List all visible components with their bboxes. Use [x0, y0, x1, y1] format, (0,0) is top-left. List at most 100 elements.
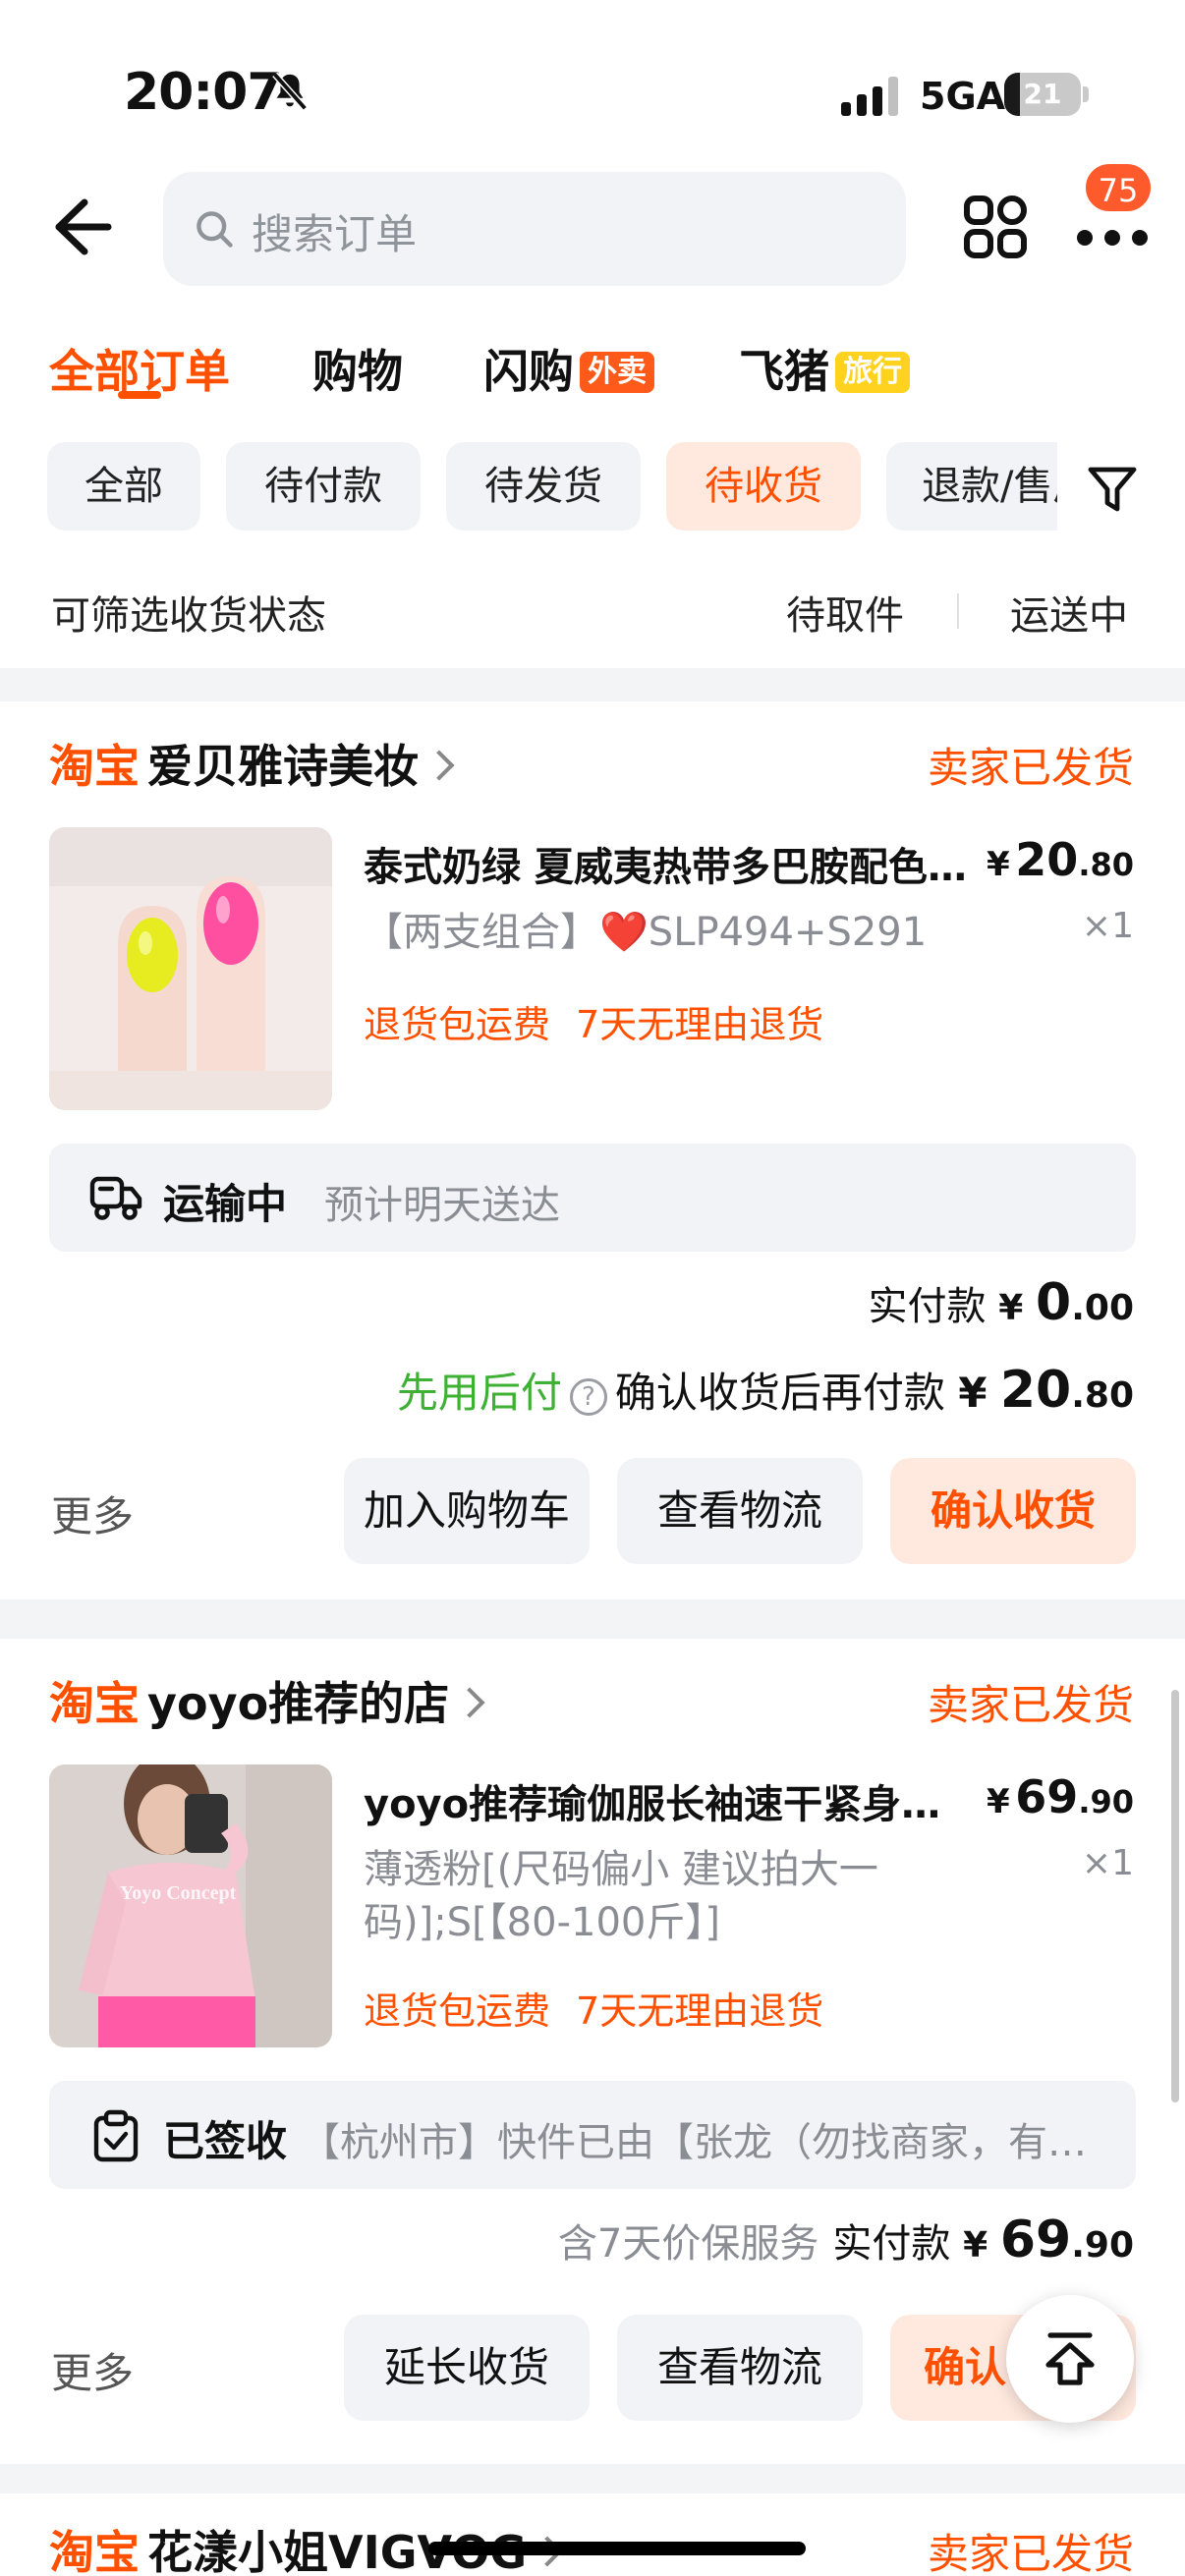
product-sku: 【两支组合】❤️SLP494+S291 — [364, 910, 928, 955]
product-price: ¥ 20.80 — [987, 833, 1134, 886]
chip-pending-receipt[interactable]: 待收货 — [666, 442, 861, 531]
search-placeholder: 搜索订单 — [252, 210, 418, 258]
chevron-right-icon — [454, 1687, 485, 1718]
back-arrow-icon[interactable] — [49, 193, 114, 261]
pay-later-row: 先用后付? 确认收货后再付款 ¥ 20.80 — [397, 1360, 1134, 1420]
shop-name: 爱贝雅诗美妆 — [147, 740, 419, 793]
paid-currency: ¥ — [963, 2225, 988, 2266]
image-watermark: Yoyo Concept — [120, 1882, 237, 1904]
scrollbar[interactable] — [1171, 1690, 1179, 2102]
more-button[interactable]: 更多 — [51, 2340, 134, 2400]
product-title[interactable]: 泰式奶绿 夏威夷热带多巴胺配色美甲 — [364, 835, 992, 892]
tab-shopping[interactable]: 购物 — [312, 336, 403, 401]
taobao-logo: 淘宝 — [49, 740, 140, 793]
chip-pending-payment[interactable]: 待付款 — [226, 442, 421, 531]
pay-later-decimal: .80 — [1071, 1375, 1134, 1416]
shop-link[interactable]: 淘宝 爱贝雅诗美妆 — [49, 731, 455, 800]
back-to-top-button[interactable] — [1006, 2295, 1134, 2423]
paid-decimal: .90 — [1071, 2225, 1134, 2266]
price-currency: ¥ — [987, 1782, 1010, 1821]
paid-currency: ¥ — [998, 1288, 1024, 1328]
tab-fliggy[interactable]: 飞猪 旅行 — [739, 336, 910, 401]
network-type: 5GA — [920, 75, 1006, 118]
order-card: 淘宝 爱贝雅诗美妆 卖家已发货 泰式奶绿 夏威夷热带多巴胺配色美甲 ¥ 20.80… — [0, 701, 1185, 1599]
order-status: 卖家已发货 — [927, 2530, 1134, 2576]
option-in-transit[interactable]: 运送中 — [1010, 584, 1128, 641]
logistics-description: 【杭州市】快件已由【张龙（勿找商家，有问题联系快递员）】签收 — [301, 2120, 1097, 2165]
order-status: 卖家已发货 — [927, 744, 1134, 792]
price-currency: ¥ — [987, 845, 1010, 884]
status-time: 20:07 — [124, 63, 283, 122]
nail-polish-image — [49, 827, 332, 1110]
price-integer: 69 — [1015, 1770, 1079, 1823]
status-bar: 20:07 5GA 21 — [0, 0, 1185, 167]
order-card: 淘宝 yoyo推荐的店 卖家已发货 Yoyo Concept yoyo推荐瑜伽服长… — [0, 1639, 1185, 2464]
logistics-description: 预计明天送达 — [324, 1183, 560, 1228]
truck-icon — [89, 1176, 142, 1220]
arrow-up-icon — [1045, 2332, 1095, 2385]
chip-pending-shipment[interactable]: 待发货 — [446, 442, 641, 531]
tab-label: 全部订单 — [49, 345, 230, 398]
tab-label: 飞猪 — [739, 345, 829, 398]
subfilter-label: 可筛选收货状态 — [51, 593, 326, 639]
tab-label: 购物 — [312, 345, 403, 398]
order-status: 卖家已发货 — [927, 1681, 1134, 1729]
status-chips: 全部 待付款 待发货 待收货 退款/售后 — [0, 442, 1185, 536]
paid-integer: 0 — [1036, 1273, 1072, 1332]
product-sku: 薄透粉[(尺码偏小 建议拍大一码)];S[【80-100斤】] — [364, 1847, 878, 1945]
battery-icon: 21 — [1004, 73, 1081, 116]
paid-amount: 含7天价保服务 实付款 ¥ 69.90 — [558, 2211, 1134, 2269]
search-input[interactable]: 搜索订单 — [163, 172, 906, 286]
signal-icon — [841, 77, 898, 116]
chip-all[interactable]: 全部 — [47, 442, 200, 531]
confirm-receipt-button[interactable]: 确认收货 — [890, 1458, 1136, 1564]
service-7day-return: 7天无理由退货 — [576, 1003, 824, 1046]
grid-apps-icon[interactable] — [961, 193, 1030, 261]
product-image[interactable]: Yoyo Concept — [49, 1764, 332, 2047]
pay-later-integer: 20 — [999, 1361, 1072, 1420]
main-tabs: 全部订单 购物 闪购 外卖 飞猪 旅行 — [0, 314, 1185, 413]
search-icon — [197, 211, 233, 248]
logistics-bar[interactable]: 已签收 【杭州市】快件已由【张龙（勿找商家，有问题联系快递员）】签收 — [49, 2081, 1136, 2189]
more-button[interactable]: 更多 — [51, 1484, 134, 1543]
receipt-status-filter: 可筛选收货状态 待取件 运送中 — [0, 570, 1185, 648]
paid-label: 实付款 — [868, 1284, 987, 1329]
view-logistics-button[interactable]: 查看物流 — [617, 1458, 863, 1564]
price-guarantee: 含7天价保服务 — [557, 2221, 819, 2267]
tab-tag-takeout: 外卖 — [580, 352, 654, 393]
bell-muted-icon — [272, 72, 308, 111]
shop-link[interactable]: 淘宝 yoyo推荐的店 — [49, 1668, 485, 1737]
option-awaiting-pickup[interactable]: 待取件 — [786, 584, 904, 641]
product-image[interactable] — [49, 827, 332, 1110]
help-icon[interactable]: ? — [569, 1378, 607, 1416]
view-logistics-button[interactable]: 查看物流 — [617, 2315, 863, 2421]
tab-label: 闪购 — [483, 345, 574, 398]
price-decimal: .80 — [1078, 846, 1134, 883]
battery-tip — [1083, 86, 1089, 102]
pay-later-text: 确认收货后再付款 — [614, 1369, 945, 1417]
logistics-bar[interactable]: 运输中 预计明天送达 — [49, 1144, 1136, 1252]
price-decimal: .90 — [1078, 1783, 1134, 1820]
service-tags: 退货包运费 7天无理由退货 — [364, 1981, 823, 2035]
add-to-cart-button[interactable]: 加入购物车 — [344, 1458, 590, 1564]
logistics-status: 运输中 — [163, 1180, 288, 1228]
extend-receipt-button[interactable]: 延长收货 — [344, 2315, 590, 2421]
product-title[interactable]: yoyo推荐瑜伽服长袖速干紧身上衣 — [364, 1772, 973, 1829]
tab-tag-travel: 旅行 — [835, 352, 910, 393]
home-indicator — [428, 2542, 806, 2555]
divider — [957, 593, 959, 629]
product-quantity: ×1 — [1081, 1843, 1134, 1883]
paid-label: 实付款 — [832, 2221, 951, 2267]
shop-name: yoyo推荐的店 — [147, 1677, 450, 1730]
active-tab-indicator — [118, 391, 161, 399]
paid-amount: 实付款 ¥ 0.00 — [869, 1273, 1134, 1332]
logistics-status: 已签收 — [163, 2117, 288, 2165]
paid-decimal: .00 — [1071, 1288, 1134, 1328]
taobao-logo: 淘宝 — [49, 2526, 140, 2576]
product-price: ¥ 69.90 — [987, 1770, 1134, 1823]
notification-badge: 75 — [1083, 161, 1154, 214]
service-free-return-shipping: 退货包运费 — [364, 1989, 551, 2033]
filter-funnel-icon[interactable] — [1085, 462, 1140, 517]
tab-flash-buy[interactable]: 闪购 外卖 — [483, 336, 654, 401]
pay-later-currency: ¥ — [958, 1369, 988, 1417]
